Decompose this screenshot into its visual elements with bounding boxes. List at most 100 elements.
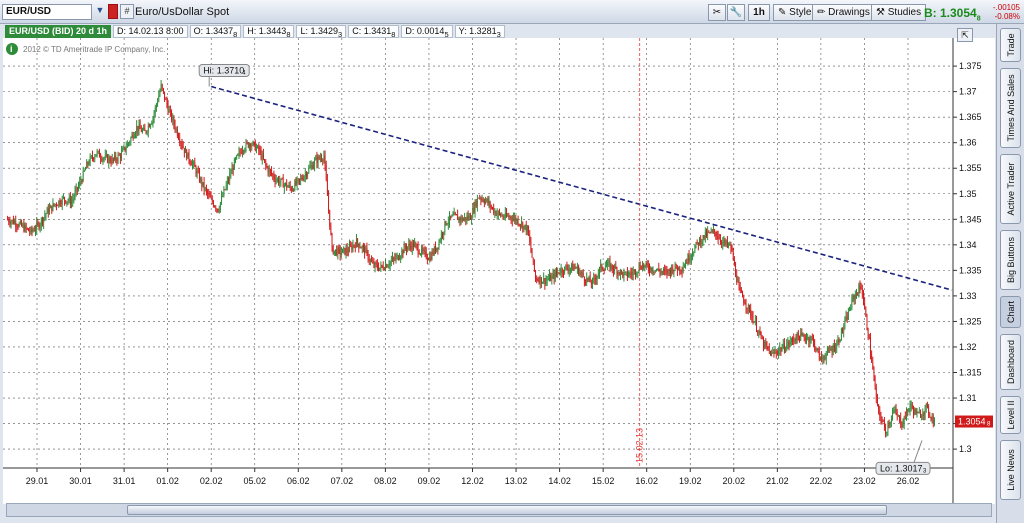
candle-body bbox=[685, 262, 686, 266]
candle-body bbox=[897, 416, 899, 417]
candle-body bbox=[366, 248, 368, 252]
candle-body bbox=[502, 215, 504, 218]
color-link-icon[interactable] bbox=[108, 4, 118, 19]
price-tick-label: 1.355 bbox=[959, 163, 982, 173]
candle-body bbox=[439, 240, 441, 242]
candle-body bbox=[679, 266, 681, 271]
candle-body bbox=[279, 181, 281, 184]
candle-body bbox=[203, 182, 205, 190]
candle-body bbox=[443, 231, 445, 235]
tab-big-buttons[interactable]: Big Buttons bbox=[1000, 230, 1021, 290]
expand-icon[interactable]: ⇱ bbox=[957, 28, 973, 42]
link-button[interactable]: # bbox=[120, 4, 134, 19]
candle-body bbox=[934, 419, 935, 424]
chart-svg[interactable]: 1.3751.371.3651.361.3551.351.3451.341.33… bbox=[3, 38, 995, 504]
candle-body bbox=[14, 221, 15, 224]
time-tick-label: 09.02 bbox=[418, 476, 441, 486]
candle-body bbox=[450, 215, 452, 218]
candle-body bbox=[640, 268, 642, 270]
candle-body bbox=[231, 168, 233, 174]
time-scrollbar[interactable] bbox=[6, 503, 992, 517]
tab-dashboard[interactable]: Dashboard bbox=[1000, 334, 1021, 390]
candle-body bbox=[189, 160, 191, 164]
candle-body bbox=[797, 332, 799, 337]
tab-chart[interactable]: Chart bbox=[1000, 296, 1021, 328]
candle-body bbox=[744, 302, 746, 305]
candle-body bbox=[151, 122, 153, 125]
style-button[interactable]: ✎ Style bbox=[773, 4, 817, 21]
candle-body bbox=[319, 158, 321, 160]
studies-button[interactable]: ⚒ Studies bbox=[871, 4, 927, 21]
candle-body bbox=[326, 179, 328, 196]
tab-times-and-sales[interactable]: Times And Sales bbox=[1000, 68, 1021, 148]
candle-body bbox=[453, 212, 455, 216]
tab-level-ii[interactable]: Level II bbox=[1000, 396, 1021, 434]
candle-body bbox=[922, 413, 924, 417]
candle-body bbox=[383, 268, 385, 270]
candle-body bbox=[740, 290, 742, 293]
candle-body bbox=[842, 329, 843, 332]
tab-trade[interactable]: Trade bbox=[1000, 28, 1021, 62]
candle-body bbox=[561, 268, 563, 273]
candle-body bbox=[129, 142, 131, 143]
candle-body bbox=[830, 349, 832, 351]
candle-body bbox=[497, 211, 499, 214]
candle-body bbox=[850, 307, 852, 311]
candle-body bbox=[112, 158, 114, 160]
candle-body bbox=[720, 238, 721, 242]
candle-body bbox=[572, 264, 574, 271]
candle-body bbox=[704, 231, 706, 239]
tools-icon[interactable]: ✂ bbox=[708, 4, 726, 21]
candle-body bbox=[163, 88, 164, 92]
candle-body bbox=[329, 209, 331, 227]
candle-body bbox=[656, 270, 657, 271]
candle-body bbox=[821, 356, 823, 359]
candle-body bbox=[930, 416, 932, 419]
candle-body bbox=[360, 247, 362, 249]
candle-body bbox=[186, 149, 188, 159]
candle-body bbox=[22, 224, 24, 226]
candle-body bbox=[582, 272, 584, 277]
drawings-button[interactable]: ✏ Drawings bbox=[812, 4, 875, 21]
candle-body bbox=[21, 221, 22, 226]
candle-body bbox=[894, 409, 896, 411]
candle-body bbox=[843, 327, 845, 332]
candle-body bbox=[686, 262, 688, 264]
candle-body bbox=[920, 412, 921, 418]
candle-body bbox=[647, 265, 649, 270]
candle-body bbox=[139, 124, 141, 129]
tab-active-trader[interactable]: Active Trader bbox=[1000, 154, 1021, 224]
price-tick-label: 1.335 bbox=[959, 265, 982, 275]
candle-body bbox=[118, 154, 120, 156]
candle-body bbox=[713, 229, 714, 231]
candle-body bbox=[729, 243, 731, 245]
symbol-input[interactable]: EUR/USD bbox=[2, 4, 92, 20]
dropdown-arrow-icon[interactable]: ▼ bbox=[94, 4, 106, 19]
price-tick-label: 1.37 bbox=[959, 87, 977, 97]
candle-body bbox=[106, 155, 107, 156]
candle-body bbox=[418, 253, 420, 255]
candle-body bbox=[178, 135, 179, 139]
candle-body bbox=[242, 150, 243, 154]
scrollbar-thumb[interactable] bbox=[127, 505, 887, 515]
candle-body bbox=[845, 316, 847, 321]
candle-body bbox=[501, 215, 503, 217]
price-tick-label: 1.34 bbox=[959, 240, 977, 250]
candle-body bbox=[400, 256, 402, 259]
candle-body bbox=[513, 218, 514, 221]
candle-body bbox=[195, 166, 197, 174]
candle-body bbox=[583, 276, 585, 282]
candle-body bbox=[908, 410, 910, 412]
price-chart[interactable]: 1.375 1.37 1.365 1.36 1.355 1.35 1.345 1.34 1.33… bbox=[3, 28, 995, 514]
timeframe-button[interactable]: 1h bbox=[748, 4, 770, 21]
candle-body bbox=[714, 229, 716, 232]
candle-body bbox=[682, 267, 684, 272]
candle-body bbox=[792, 338, 793, 340]
tab-live-news[interactable]: Live News bbox=[1000, 440, 1021, 500]
candle-body bbox=[725, 240, 727, 244]
wrench-icon[interactable]: 🔧 bbox=[727, 4, 745, 21]
chart-symbol-label[interactable]: EUR/USD (BID) 20 d 1h bbox=[5, 25, 112, 38]
candle-body bbox=[181, 143, 183, 147]
candle-body bbox=[311, 165, 313, 169]
candle-body bbox=[903, 416, 905, 424]
